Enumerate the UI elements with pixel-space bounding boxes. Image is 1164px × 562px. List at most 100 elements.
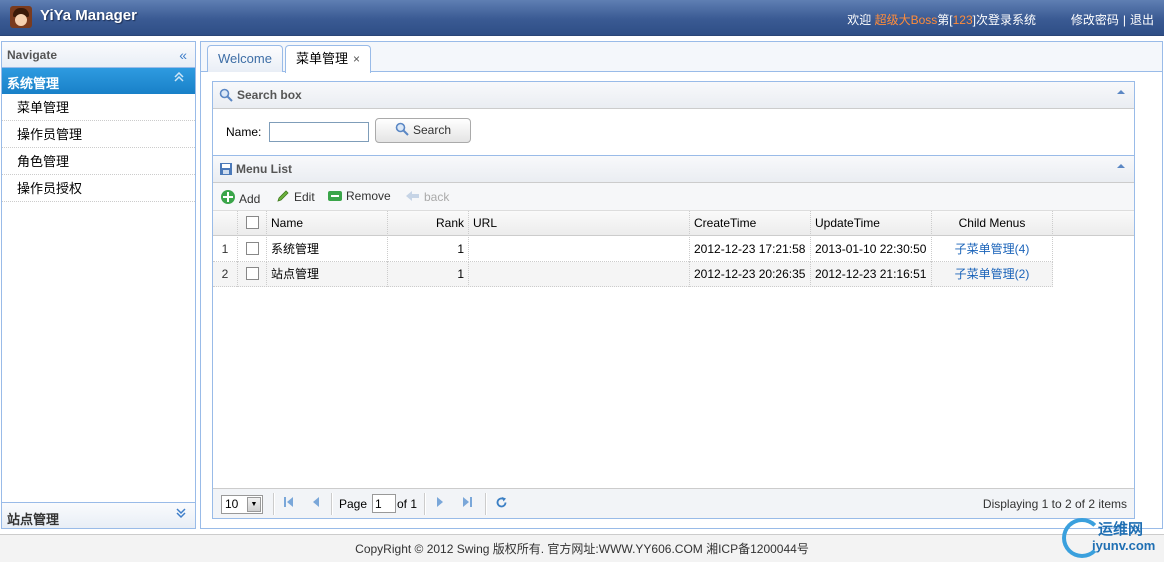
- search-button[interactable]: Search: [375, 118, 471, 143]
- tab-welcome[interactable]: Welcome: [207, 45, 283, 72]
- nav-group-label: 系统管理: [7, 76, 60, 91]
- collapse-left-icon[interactable]: «: [179, 47, 187, 63]
- cell-createtime: 2012-12-23 20:26:35: [690, 262, 811, 287]
- footer: CopyRight © 2012 Swing 版权所有. 官方网址:WWW.YY…: [0, 534, 1164, 562]
- nav-group-site[interactable]: 站点管理: [2, 502, 195, 528]
- app-title: YiYa Manager: [40, 7, 137, 24]
- cell-createtime: 2012-12-23 17:21:58: [690, 237, 811, 262]
- row-number: 2: [213, 262, 238, 287]
- name-input[interactable]: [269, 122, 369, 142]
- add-button[interactable]: Add: [220, 189, 260, 206]
- change-password-link[interactable]: 修改密码: [1071, 13, 1119, 27]
- pencil-icon: [275, 189, 291, 203]
- add-icon: [220, 189, 236, 204]
- welcome-message: 欢迎 超级大Boss第[123]次登录系统: [847, 11, 1036, 28]
- select-all-checkbox[interactable]: [245, 216, 259, 229]
- pager-separator: [273, 493, 275, 515]
- page-number-input[interactable]: [372, 494, 396, 513]
- column-header-rank[interactable]: Rank: [388, 211, 469, 236]
- dropdown-arrow-icon: ▼: [247, 497, 261, 512]
- cell-rank: 1: [388, 262, 469, 287]
- back-arrow-icon: [405, 189, 421, 203]
- logout-link[interactable]: 退出: [1130, 13, 1154, 27]
- logo-avatar-icon: [10, 6, 32, 28]
- login-count: 123: [952, 13, 973, 27]
- refresh-icon[interactable]: [495, 496, 508, 512]
- column-header-createtime[interactable]: CreateTime: [690, 211, 811, 236]
- page-label: Page: [339, 497, 368, 511]
- page-size-select[interactable]: 10 ▼: [221, 495, 263, 514]
- sidebar-item-role-management[interactable]: 角色管理: [2, 148, 195, 175]
- column-header-name[interactable]: Name: [267, 211, 388, 236]
- save-disk-icon: [219, 162, 233, 179]
- next-page-icon[interactable]: [435, 496, 445, 511]
- tab-label: 菜单管理: [296, 51, 349, 66]
- row-number: 1: [213, 237, 238, 262]
- column-header-updatetime[interactable]: UpdateTime: [811, 211, 932, 236]
- pager-separator: [485, 493, 487, 515]
- sidebar-item-operator-authorization[interactable]: 操作员授权: [2, 175, 195, 202]
- search-form: Name: Search: [213, 109, 1134, 155]
- tab-label: Welcome: [218, 51, 272, 66]
- watermark-line2: iyunv.com: [1092, 538, 1156, 553]
- table-row[interactable]: 2 站点管理 1 2012-12-23 20:26:35 2012-12-23 …: [213, 262, 1053, 287]
- close-icon[interactable]: ×: [353, 52, 360, 66]
- back-button[interactable]: back: [405, 189, 449, 204]
- menu-list-header: Menu List: [213, 156, 1134, 183]
- search-box-panel: Search box Name: Search: [212, 81, 1135, 156]
- column-header-child-menus[interactable]: Child Menus: [932, 211, 1053, 236]
- last-page-icon[interactable]: [461, 496, 473, 511]
- page-size-value: 10: [225, 497, 239, 511]
- add-label: Add: [239, 192, 261, 206]
- grid-toolbar: Add Edit Remove back: [213, 183, 1134, 211]
- cell-name: 站点管理: [267, 262, 388, 287]
- pager-separator: [331, 493, 333, 515]
- pagination-bar: 10 ▼ Page of 1 Displaying 1 to 2 of 2 ite…: [213, 488, 1134, 518]
- row-checkbox[interactable]: [245, 267, 259, 280]
- column-header-url[interactable]: URL: [469, 211, 690, 236]
- pager-separator: [424, 493, 426, 515]
- collapse-up-icon[interactable]: [1116, 162, 1126, 172]
- remove-label: Remove: [346, 189, 391, 203]
- child-menus-link[interactable]: 子菜单管理(4): [955, 242, 1030, 256]
- cell-child-menus: 子菜单管理(2): [932, 262, 1053, 287]
- search-button-label: Search: [412, 123, 452, 137]
- row-checkbox-cell: [238, 262, 267, 287]
- edit-button[interactable]: Edit: [275, 189, 315, 204]
- nav-group-label: 站点管理: [7, 512, 60, 527]
- sidebar-item-menu-management[interactable]: 菜单管理: [2, 94, 195, 121]
- sidebar-item-operator-management[interactable]: 操作员管理: [2, 121, 195, 148]
- row-checkbox[interactable]: [245, 242, 259, 255]
- chevron-down-icon: [175, 507, 187, 522]
- remove-icon: [327, 190, 343, 204]
- row-number-header: [213, 211, 238, 236]
- table-row[interactable]: 1 系统管理 1 2012-12-23 17:21:58 2013-01-10 …: [213, 237, 1053, 262]
- collapse-up-icon[interactable]: [1116, 88, 1126, 98]
- page-of-label: of 1: [397, 497, 418, 511]
- cell-url: [469, 262, 690, 287]
- tab-menu-management[interactable]: 菜单管理 ×: [285, 45, 372, 73]
- nav-title: Navigate: [7, 48, 58, 62]
- user-name: 超级大Boss: [874, 13, 938, 27]
- link-separator: |: [1122, 13, 1126, 27]
- remove-button[interactable]: Remove: [327, 189, 391, 204]
- search-box-header: Search box: [213, 82, 1134, 109]
- login-prefix: 第[: [937, 13, 953, 27]
- child-menus-link[interactable]: 子菜单管理(2): [955, 267, 1030, 281]
- search-box-title: Search box: [237, 88, 302, 102]
- display-info: Displaying 1 to 2 of 2 items: [982, 497, 1127, 511]
- search-icon: [395, 122, 409, 136]
- first-page-icon[interactable]: [283, 496, 295, 511]
- nav-group-system[interactable]: 系统管理: [2, 68, 195, 94]
- copyright-text: CopyRight © 2012 Swing 版权所有. 官方网址:WWW.YY…: [355, 542, 809, 556]
- navigation-panel: Navigate « 系统管理 菜单管理 操作员管理 角色管理 操作员授权 站点…: [1, 41, 196, 529]
- header-links: 修改密码 | 退出: [1071, 11, 1154, 28]
- welcome-prefix: 欢迎: [847, 13, 872, 27]
- back-label: back: [424, 190, 450, 204]
- watermark-line1: 运维网: [1098, 521, 1144, 538]
- chevron-up-icon: [173, 71, 185, 85]
- menu-list-panel: Menu List Add Edit Remove back Name Rank…: [212, 155, 1135, 519]
- search-icon: [219, 88, 233, 105]
- prev-page-icon[interactable]: [311, 496, 321, 511]
- cell-updatetime: 2012-12-23 21:16:51: [811, 262, 932, 287]
